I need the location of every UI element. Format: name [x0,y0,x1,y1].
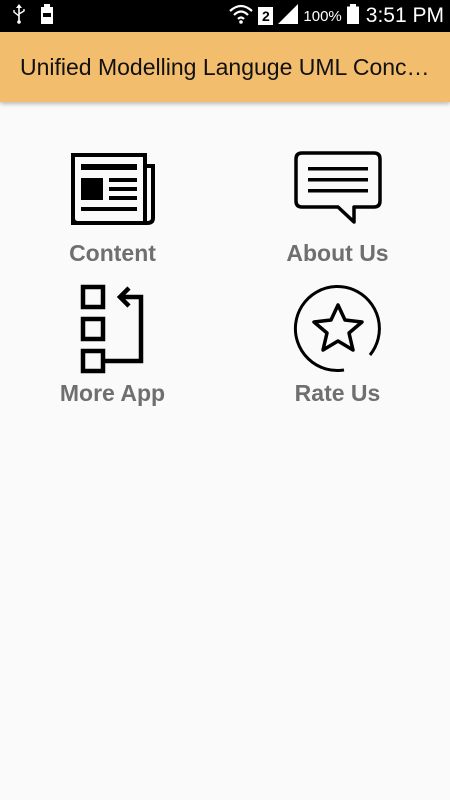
about-us-button[interactable]: About Us [225,150,450,305]
status-bar: 2 100% 3:51 PM [0,0,450,32]
more-app-label: More App [59,380,166,406]
rate-us-button[interactable]: Rate Us [225,285,450,445]
app-title: Unified Modelling Languge UML Concepts [20,53,430,80]
content-button[interactable]: Content [0,150,225,305]
rate-us-label: Rate Us [294,380,381,406]
app-bar: Unified Modelling Languge UML Concepts [0,32,450,102]
chat-bubble-icon [292,150,384,228]
more-app-button[interactable]: More App [0,284,225,445]
newspaper-icon [67,150,159,228]
content-label: Content [69,240,156,266]
clock: 3:51 PM [365,4,444,27]
about-us-label: About Us [286,240,389,266]
battery-icon [346,3,359,29]
wifi-icon [229,4,254,29]
star-rating-icon [292,285,384,373]
app-list-icon [77,284,149,374]
usb-icon [12,3,26,29]
battery-percent: 100% [303,7,342,25]
sim-slot-badge: 2 [258,7,274,25]
battery-saver-icon [40,3,54,29]
signal-icon [278,3,299,29]
